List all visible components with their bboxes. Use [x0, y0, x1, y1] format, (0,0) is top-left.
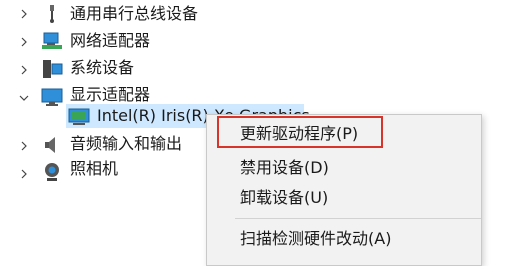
- chevron-right-icon[interactable]: [18, 64, 30, 76]
- tree-item-label[interactable]: 音频输入和输出: [70, 131, 182, 157]
- menu-item-label: 卸载设备(U): [240, 188, 329, 207]
- network-adapter-icon: [41, 31, 63, 51]
- menu-item-scan-hardware[interactable]: 扫描检测硬件改动(A): [207, 223, 481, 255]
- tree-item-label[interactable]: 照相机: [70, 156, 118, 182]
- tree-item-label[interactable]: 通用串行总线设备: [70, 1, 198, 27]
- chevron-down-icon[interactable]: [18, 92, 30, 104]
- menu-item-label: 扫描检测硬件改动(A): [240, 229, 392, 248]
- menu-separator: [235, 218, 481, 219]
- chevron-right-icon[interactable]: [18, 8, 30, 20]
- camera-icon: [41, 162, 63, 182]
- highlight-box: [217, 116, 383, 148]
- chevron-right-icon[interactable]: [18, 36, 30, 48]
- menu-item-label: 禁用设备(D): [240, 158, 329, 177]
- menu-item-uninstall-device[interactable]: 卸载设备(U): [207, 182, 481, 214]
- tree-item-label[interactable]: 系统设备: [70, 55, 134, 81]
- system-device-icon: [41, 59, 63, 79]
- menu-item-disable-device[interactable]: 禁用设备(D): [207, 152, 481, 184]
- tree-item-label[interactable]: 网络适配器: [70, 28, 150, 54]
- chevron-right-icon[interactable]: [18, 140, 30, 152]
- audio-icon: [41, 135, 63, 155]
- display-adapter-icon: [41, 87, 63, 107]
- display-device-icon: [68, 107, 90, 127]
- usb-icon: [41, 4, 63, 24]
- chevron-right-icon[interactable]: [18, 168, 30, 180]
